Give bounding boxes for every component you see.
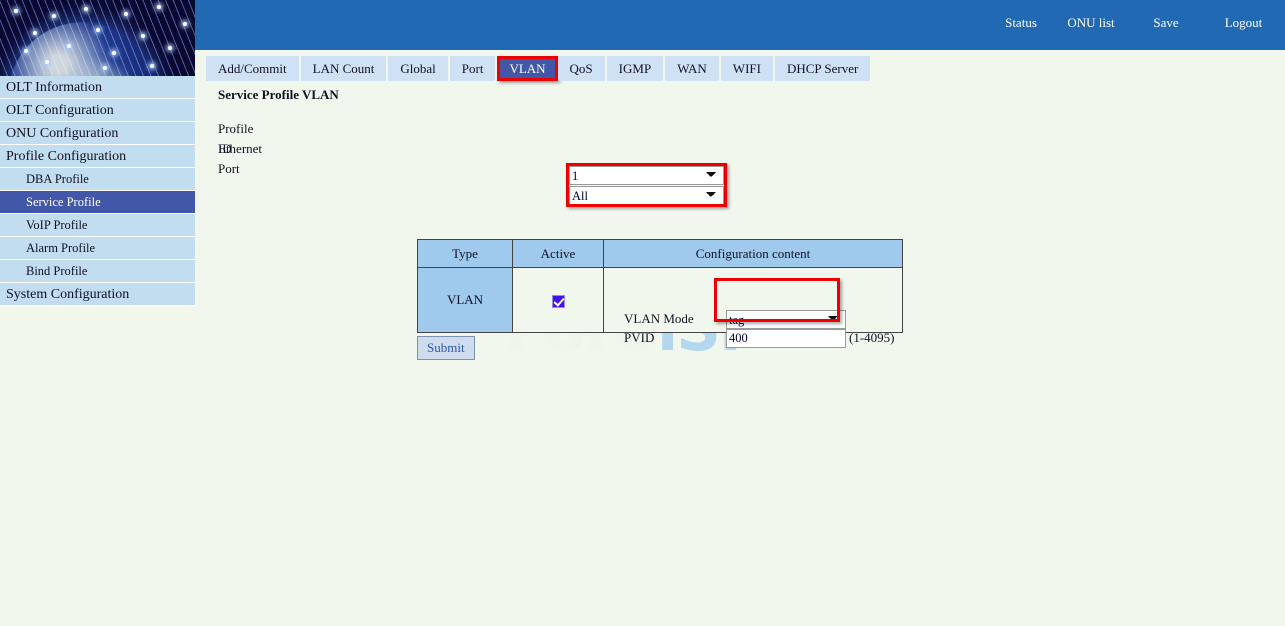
cell-type-vlan: VLAN: [417, 267, 513, 333]
column-header-active: Active: [512, 239, 604, 268]
sidebar-item-voip-profile[interactable]: VoIP Profile: [0, 214, 195, 237]
light-dots-decoration: [0, 0, 195, 76]
submit-button[interactable]: Submit: [417, 336, 475, 360]
label-pvid: PVID: [624, 330, 655, 345]
tab-add-commit[interactable]: Add/Commit: [206, 56, 301, 81]
sidebar-item-olt-information[interactable]: OLT Information: [0, 76, 195, 99]
cell-configuration-content: VLAN Mode PVID tag (1-4095): [603, 267, 903, 348]
sidebar-item-bind-profile[interactable]: Bind Profile: [0, 260, 195, 283]
sidebar-item-alarm-profile[interactable]: Alarm Profile: [0, 237, 195, 260]
active-checkbox[interactable]: [551, 294, 565, 308]
column-header-config: Configuration content: [603, 239, 903, 268]
tab-global[interactable]: Global: [388, 56, 450, 81]
ethernet-port-select[interactable]: All: [569, 186, 724, 205]
tab-vlan[interactable]: VLAN: [497, 56, 558, 81]
cell-active: [512, 267, 604, 333]
sidebar-item-onu-configuration[interactable]: ONU Configuration: [0, 122, 195, 145]
top-header-bar: Status ONU list Save Logout: [195, 0, 1285, 50]
tab-wan[interactable]: WAN: [665, 56, 721, 81]
tab-igmp[interactable]: IGMP: [606, 56, 666, 81]
profile-id-select[interactable]: 1: [569, 166, 724, 185]
column-header-type: Type: [417, 239, 513, 268]
vlan-config-table: Type Active Configuration content VLAN V…: [417, 239, 903, 348]
tab-bar: Add/Commit LAN Count Global Port VLAN Qo…: [206, 56, 873, 81]
sidebar-item-dba-profile[interactable]: DBA Profile: [0, 168, 195, 191]
header-link-logout[interactable]: Logout: [1202, 15, 1285, 31]
tab-lan-count[interactable]: LAN Count: [300, 56, 389, 81]
tab-wifi[interactable]: WIFI: [720, 56, 775, 81]
page-title: Service Profile VLAN: [218, 87, 339, 102]
sidebar-item-profile-configuration[interactable]: Profile Configuration: [0, 145, 195, 168]
header-link-save[interactable]: Save: [1130, 15, 1202, 31]
tab-qos[interactable]: QoS: [557, 56, 607, 81]
main-content: Add/Commit LAN Count Global Port VLAN Qo…: [195, 50, 1285, 626]
tab-dhcp-server[interactable]: DHCP Server: [774, 56, 873, 81]
tab-port[interactable]: Port: [449, 56, 498, 81]
label-ethernet-port: Ethernet Port: [218, 141, 263, 176]
table-header-row: Type Active Configuration content: [417, 239, 903, 268]
table-row: VLAN VLAN Mode PVID tag (1-4095): [417, 267, 903, 348]
pvid-range-hint: (1-4095): [849, 330, 895, 345]
brand-banner: [0, 0, 195, 76]
sidebar-item-service-profile[interactable]: Service Profile: [0, 191, 195, 214]
header-nav: Status ONU list Save Logout: [990, 15, 1285, 31]
header-link-status[interactable]: Status: [990, 15, 1052, 31]
header-link-onu-list[interactable]: ONU list: [1052, 15, 1130, 31]
sidebar-item-olt-configuration[interactable]: OLT Configuration: [0, 99, 195, 122]
vlan-mode-select[interactable]: tag: [726, 310, 846, 329]
sidebar-nav: OLT Information OLT Configuration ONU Co…: [0, 76, 195, 306]
label-vlan-mode: VLAN Mode: [624, 311, 694, 326]
sidebar-item-system-configuration[interactable]: System Configuration: [0, 283, 195, 306]
pvid-input[interactable]: [726, 329, 846, 348]
